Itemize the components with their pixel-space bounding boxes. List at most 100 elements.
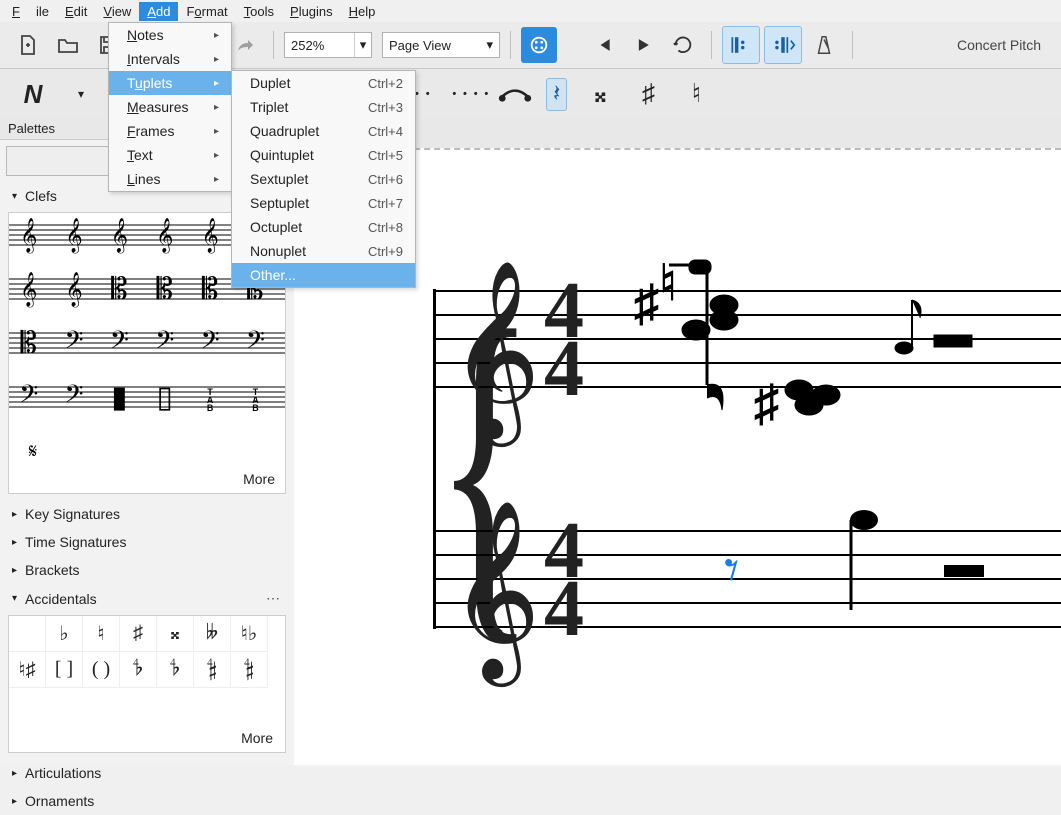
menu-file[interactable]: File <box>4 2 57 21</box>
palette-section-accidentals[interactable]: ▾ Accidentals ⋯ <box>0 584 294 613</box>
new-score-button[interactable] <box>10 27 46 63</box>
accidental-item[interactable]: 𝄳 <box>120 652 157 688</box>
double-sharp-icon[interactable]: 𝄪 <box>585 79 615 110</box>
accidental-item[interactable]: ♮ <box>83 616 120 652</box>
svg-text:𝄢: 𝄢 <box>65 327 84 360</box>
menubar: File Edit View Add Format Tools Plugins … <box>0 0 1061 22</box>
accidental-item[interactable]: 𝄪 <box>157 616 194 652</box>
svg-text:𝄡: 𝄡 <box>156 273 172 306</box>
menu-item-quintuplet[interactable]: QuintupletCtrl+5 <box>232 143 415 167</box>
accidental-item[interactable]: 𝄳 <box>157 652 194 688</box>
svg-text:𝄡: 𝄡 <box>202 273 218 306</box>
svg-text:♯: ♯ <box>634 275 659 331</box>
menu-help[interactable]: Help <box>341 2 384 21</box>
staff-2-notes: 𝄾 <box>604 470 1061 690</box>
menu-item-frames[interactable]: Frames <box>109 119 231 143</box>
svg-text:𝄡: 𝄡 <box>20 327 36 360</box>
palette-section-timesig[interactable]: ▸Time Signatures <box>0 528 294 556</box>
quad-dot-icon[interactable]: ···· <box>450 79 480 109</box>
palette-section-ornaments[interactable]: ▸Ornaments <box>0 787 294 815</box>
more-button[interactable]: More <box>243 471 275 487</box>
expand-icon: ▸ <box>12 509 17 520</box>
time-signature: 44 <box>544 523 584 638</box>
svg-text:𝄞: 𝄞 <box>20 218 37 254</box>
menu-item-triplet[interactable]: TripletCtrl+3 <box>232 95 415 119</box>
menu-item-intervals[interactable]: Intervals <box>109 47 231 71</box>
play-button[interactable] <box>625 27 661 63</box>
menu-tools[interactable]: Tools <box>236 2 282 21</box>
svg-text:𝄢: 𝄢 <box>19 381 38 414</box>
menu-format[interactable]: Format <box>178 2 235 21</box>
palette-label: Accidentals <box>25 591 97 607</box>
natural-icon[interactable]: ♮ <box>681 79 711 109</box>
menu-edit[interactable]: Edit <box>57 2 95 21</box>
zoom-select[interactable]: 252% ▾ <box>284 32 372 58</box>
system-barline <box>433 289 436 629</box>
accidental-item[interactable]: ♮♯ <box>9 652 46 688</box>
accidental-item[interactable]: 𝄫 <box>194 616 231 652</box>
accidental-item[interactable] <box>9 616 46 652</box>
metronome-button[interactable] <box>806 27 842 63</box>
rewind-button[interactable] <box>585 27 621 63</box>
slur-icon[interactable] <box>498 79 528 109</box>
open-button[interactable] <box>50 27 86 63</box>
accidental-item[interactable]: 𝄲 <box>194 652 231 688</box>
accidental-item[interactable]: 𝄲 <box>231 652 268 688</box>
svg-text:𝄞: 𝄞 <box>20 272 37 308</box>
rest-button[interactable]: 𝄽 <box>546 78 567 111</box>
accidental-item[interactable]: ♮♭ <box>231 616 268 652</box>
menu-item-text[interactable]: Text <box>109 143 231 167</box>
repeat-end-button[interactable] <box>764 26 802 64</box>
repeat-start-button[interactable] <box>722 26 760 64</box>
separator <box>711 31 712 59</box>
menu-item-measures[interactable]: Measures <box>109 95 231 119</box>
palette-color-button[interactable] <box>521 27 557 63</box>
redo-button[interactable] <box>227 27 263 63</box>
separator <box>852 31 853 59</box>
note-input-button[interactable]: N <box>18 79 48 110</box>
menu-item-duplet[interactable]: DupletCtrl+2 <box>232 71 415 95</box>
more-icon[interactable]: ⋯ <box>266 590 282 607</box>
menu-add[interactable]: Add <box>139 2 178 21</box>
menu-item-octuplet[interactable]: OctupletCtrl+8 <box>232 215 415 239</box>
accidental-item[interactable]: [ ] <box>46 652 83 688</box>
view-mode-select[interactable]: Page View ▾ <box>382 32 500 58</box>
palette-section-keysig[interactable]: ▸Key Signatures <box>0 500 294 528</box>
menu-item-quadruplet[interactable]: QuadrupletCtrl+4 <box>232 119 415 143</box>
loop-button[interactable] <box>665 27 701 63</box>
svg-text:𝄞: 𝄞 <box>65 272 82 308</box>
menu-item-tuplets[interactable]: Tuplets <box>109 71 231 95</box>
palette-label: Brackets <box>25 562 79 578</box>
svg-text:𝄢: 𝄢 <box>155 327 174 360</box>
palette-section-articulations[interactable]: ▸Articulations <box>0 759 294 787</box>
tuplets-submenu: DupletCtrl+2 TripletCtrl+3 QuadrupletCtr… <box>231 70 416 288</box>
sharp-icon[interactable]: ♯ <box>633 79 663 109</box>
svg-text:𝄢: 𝄢 <box>110 327 129 360</box>
concert-pitch-button[interactable]: Concert Pitch <box>957 37 1041 53</box>
more-button[interactable]: More <box>9 724 285 752</box>
svg-text:B: B <box>252 403 259 413</box>
menu-view[interactable]: View <box>95 2 139 21</box>
menu-item-lines[interactable]: Lines <box>109 167 231 191</box>
dropdown-icon[interactable]: ▾ <box>66 87 96 102</box>
menu-item-sextuplet[interactable]: SextupletCtrl+6 <box>232 167 415 191</box>
expand-icon: ▾ <box>12 593 17 604</box>
accidental-item[interactable]: ♭ <box>46 616 83 652</box>
svg-text:𝄞: 𝄞 <box>111 218 128 254</box>
accidental-item[interactable]: ( ) <box>83 652 120 688</box>
palette-label: Ornaments <box>25 793 94 809</box>
palette-label: Articulations <box>25 765 101 781</box>
menu-item-septuplet[interactable]: SeptupletCtrl+7 <box>232 191 415 215</box>
menu-item-nonuplet[interactable]: NonupletCtrl+9 <box>232 239 415 263</box>
menu-item-other[interactable]: Other... <box>232 263 415 287</box>
palette-label: Time Signatures <box>25 534 126 550</box>
svg-text:▯: ▯ <box>157 381 173 414</box>
time-signature: 44 <box>544 283 584 398</box>
accidental-item[interactable]: ♯ <box>120 616 157 652</box>
separator <box>510 31 511 59</box>
separator <box>273 31 274 59</box>
menu-item-notes[interactable]: Notes <box>109 23 231 47</box>
palette-section-brackets[interactable]: ▸Brackets <box>0 556 294 584</box>
svg-text:𝄾: 𝄾 <box>724 538 739 603</box>
menu-plugins[interactable]: Plugins <box>282 2 341 21</box>
